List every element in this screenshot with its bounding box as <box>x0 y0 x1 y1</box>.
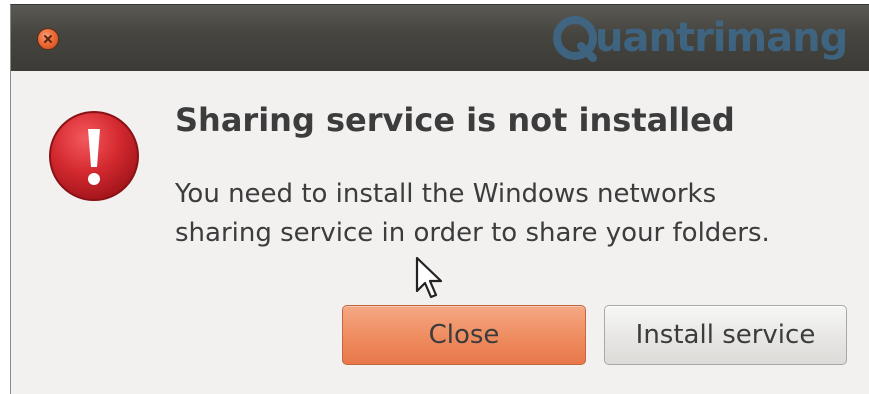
dialog-title: Sharing service is not installed <box>175 101 735 139</box>
dialog-content: Sharing service is not installed You nee… <box>11 71 869 394</box>
watermark-text: uantrimang <box>595 15 848 61</box>
dialog-message-line1: You need to install the Windows networks <box>175 179 717 209</box>
error-exclamation-icon <box>49 111 139 201</box>
mouse-pointer-icon <box>415 256 442 299</box>
window-close-button[interactable] <box>37 28 59 50</box>
install-service-button[interactable]: Install service <box>604 305 847 365</box>
dialog-message-line2: sharing service in order to share your f… <box>175 218 770 248</box>
dialog-window: uantrimang Sharing service is not instal… <box>10 4 869 394</box>
close-button[interactable]: Close <box>342 305 586 365</box>
dialog-message: You need to install the Windows networks… <box>175 175 865 253</box>
title-bar[interactable]: uantrimang <box>11 5 869 71</box>
close-x-icon <box>44 35 52 43</box>
watermark-q-icon <box>553 16 597 62</box>
watermark-logo: uantrimang <box>551 7 848 69</box>
